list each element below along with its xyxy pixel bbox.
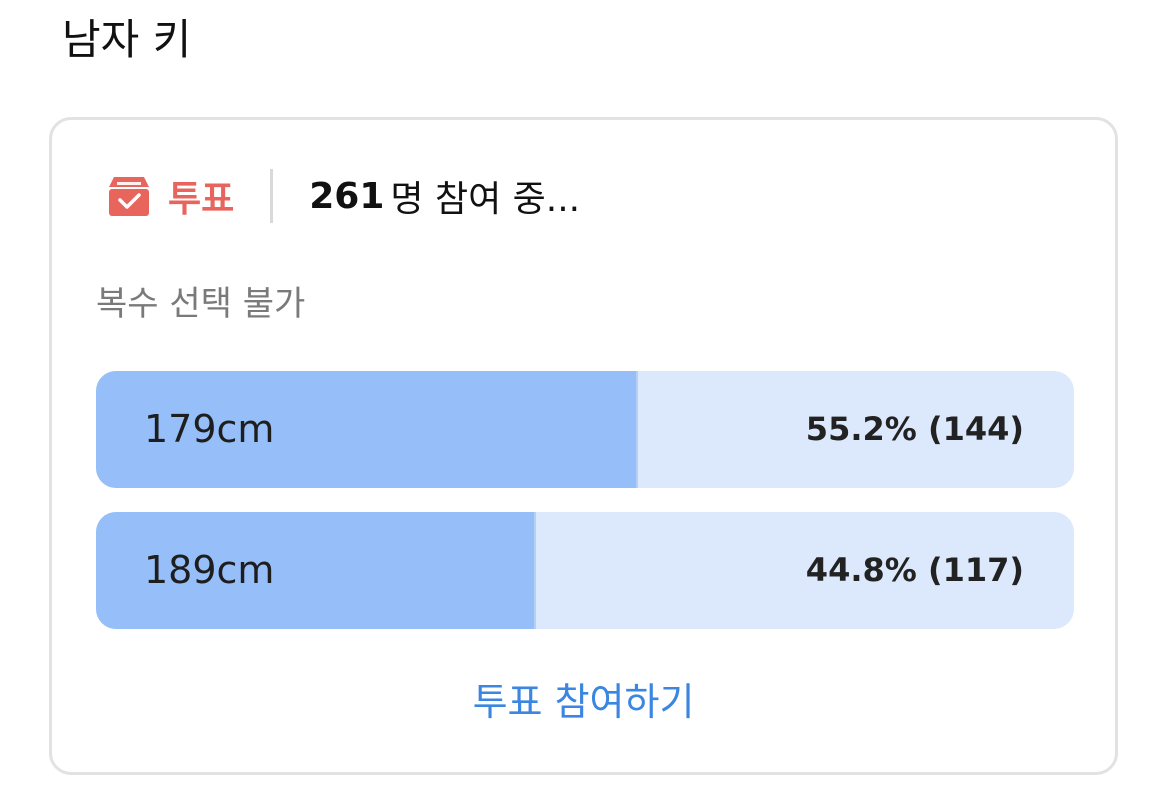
participant-suffix: 명 참여 중... xyxy=(390,179,581,220)
page-title: 남자 키 xyxy=(62,15,192,64)
participant-count: 261 xyxy=(309,175,385,217)
vote-header: 투표 261 명 참여 중... xyxy=(106,166,580,226)
join-vote-button[interactable]: 투표 참여하기 xyxy=(52,670,1115,727)
option-label: 179cm xyxy=(144,407,275,451)
option-result: 55.2% (144) xyxy=(805,410,1024,448)
option-label: 189cm xyxy=(144,548,275,592)
poll-option-179cm[interactable]: 179cm 55.2% (144) xyxy=(96,371,1074,488)
option-list: 179cm 55.2% (144) 189cm 44.8% (117) xyxy=(96,371,1074,653)
vote-rule-text: 복수 선택 불가 xyxy=(96,284,306,324)
poll-option-189cm[interactable]: 189cm 44.8% (117) xyxy=(96,512,1074,629)
option-result: 44.8% (117) xyxy=(805,551,1024,589)
header-divider xyxy=(270,169,274,223)
vote-card: 투표 261 명 참여 중... 복수 선택 불가 179cm 55.2% (1… xyxy=(49,117,1118,775)
vote-badge-label: 투표 xyxy=(168,179,235,220)
ballot-box-icon xyxy=(106,173,152,219)
